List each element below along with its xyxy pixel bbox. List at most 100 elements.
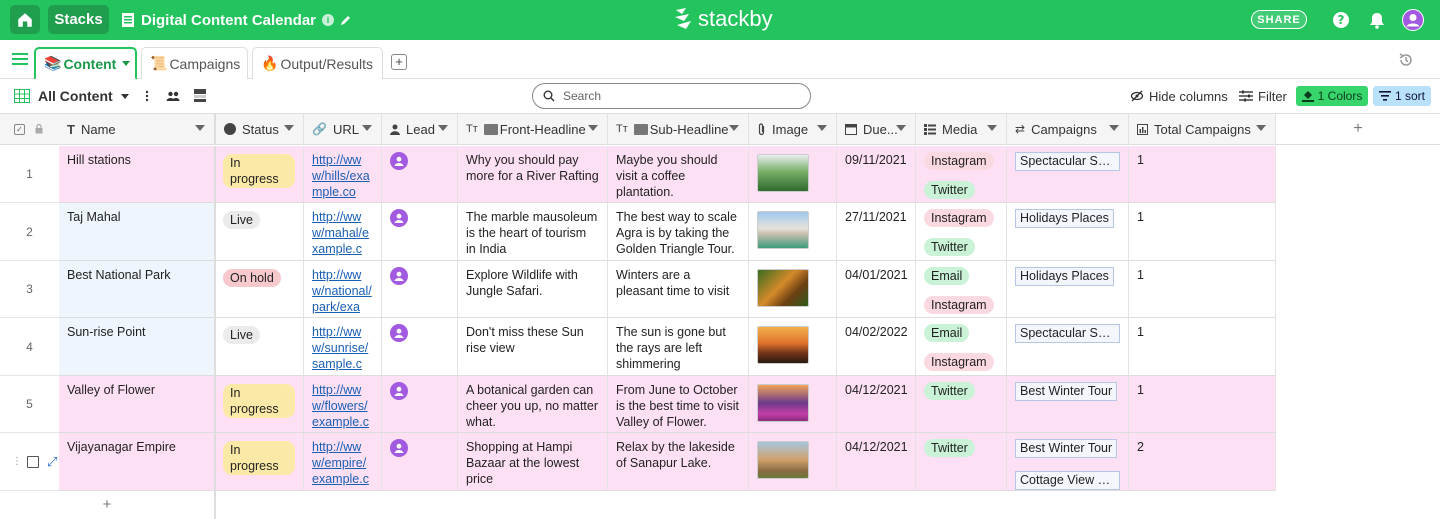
share-button[interactable]: SHARE — [1251, 10, 1307, 29]
cell-sub[interactable]: Maybe you should visit a coffee plantati… — [608, 146, 749, 203]
cell-front[interactable]: The marble mausoleum is the heart of tou… — [458, 203, 608, 261]
lead-avatar[interactable] — [390, 209, 408, 227]
lead-avatar[interactable] — [390, 324, 408, 342]
cell-media[interactable]: Twitter — [916, 376, 1007, 433]
info-icon[interactable]: i — [322, 14, 335, 26]
cell-total[interactable]: 1 — [1129, 261, 1276, 318]
image-thumbnail[interactable] — [757, 154, 809, 192]
column-header-image[interactable]: Image — [749, 114, 837, 145]
url-link[interactable]: http://www/sunrise/sample.c — [312, 325, 368, 371]
cell-due[interactable]: 04/01/2021 — [837, 261, 916, 318]
row-checkbox[interactable] — [27, 455, 39, 468]
cell-image[interactable] — [749, 433, 837, 491]
cell-lead[interactable] — [382, 376, 458, 433]
cell-image[interactable] — [749, 376, 837, 433]
more-options-button[interactable] — [143, 89, 151, 103]
select-all-checkbox[interactable]: ✓ — [14, 123, 25, 135]
pencil-icon[interactable] — [340, 14, 352, 26]
chevron-down-icon[interactable] — [1109, 125, 1119, 131]
cell-name[interactable]: Hill stations — [59, 146, 216, 203]
cell-sub[interactable]: Winters are a pleasant time to visit — [608, 261, 749, 318]
column-header-due[interactable]: Due... — [837, 114, 916, 145]
cell-status[interactable]: In progress — [216, 146, 304, 203]
cell-total[interactable]: 1 — [1129, 203, 1276, 261]
cell-name[interactable]: Sun-rise Point — [59, 318, 216, 376]
cell-image[interactable] — [749, 146, 837, 203]
column-header-url[interactable]: 🔗 URL — [304, 114, 382, 145]
cell-total[interactable]: 1 — [1129, 376, 1276, 433]
tab-content[interactable]: 📚 Content — [34, 47, 137, 80]
cell-campaigns[interactable]: Best Winter Tour Cottage View Pl... — [1007, 433, 1129, 491]
search-input[interactable]: Search — [563, 89, 601, 103]
cell-image[interactable] — [749, 261, 837, 318]
cell-due[interactable]: 04/12/2021 — [837, 433, 916, 491]
cell-media[interactable]: Twitter — [916, 433, 1007, 491]
column-header-name[interactable]: T Name — [59, 114, 216, 145]
url-link[interactable]: http://www/flowers/example.c — [312, 383, 369, 429]
cell-due[interactable]: 04/02/2022 — [837, 318, 916, 376]
column-header-front-headline[interactable]: Tт Front-Headline — [458, 114, 608, 145]
column-header-lead[interactable]: Lead — [382, 114, 458, 145]
chevron-down-icon[interactable] — [729, 125, 739, 131]
cell-media[interactable]: Instagram Twitter — [916, 146, 1007, 203]
chevron-down-icon[interactable] — [588, 125, 598, 131]
cell-front[interactable]: Explore Wildlife with Jungle Safari. — [458, 261, 608, 318]
sort-button[interactable]: 1 sort — [1373, 86, 1431, 106]
notifications-button[interactable] — [1366, 9, 1388, 31]
cell-url[interactable]: http://www/empire/example.c — [304, 433, 382, 491]
tab-output-results[interactable]: 🔥 Output/Results — [252, 47, 383, 79]
cell-name[interactable]: Valley of Flower — [59, 376, 216, 433]
chevron-down-icon[interactable] — [195, 125, 205, 131]
cell-url[interactable]: http://www/mahal/example.c — [304, 203, 382, 261]
cell-campaigns[interactable]: Holidays Places — [1007, 203, 1129, 261]
help-button[interactable]: ? — [1330, 9, 1352, 31]
cell-due[interactable]: 27/11/2021 — [837, 203, 916, 261]
view-selector[interactable]: All Content — [14, 79, 129, 113]
campaign-link-chip[interactable]: Holidays Places — [1015, 209, 1114, 228]
cell-status[interactable]: On hold — [216, 261, 304, 318]
cell-image[interactable] — [749, 318, 837, 376]
cell-url[interactable]: http://www/national/park/exa — [304, 261, 382, 318]
url-link[interactable]: http://www/hills/example.co — [312, 153, 370, 199]
campaign-link-chip[interactable]: Spectacular Su... — [1015, 152, 1120, 171]
cell-media[interactable]: Email Instagram — [916, 318, 1007, 376]
cell-status[interactable]: In progress — [216, 376, 304, 433]
lead-avatar[interactable] — [390, 439, 408, 457]
lead-avatar[interactable] — [390, 267, 408, 285]
cell-status[interactable]: In progress — [216, 433, 304, 491]
cell-total[interactable]: 2 — [1129, 433, 1276, 491]
chevron-down-icon[interactable] — [1256, 125, 1266, 131]
chevron-down-icon[interactable] — [362, 125, 372, 131]
user-avatar-button[interactable] — [1402, 9, 1424, 31]
chevron-down-icon[interactable] — [284, 125, 294, 131]
chevron-down-icon[interactable] — [987, 125, 997, 131]
campaign-link-chip[interactable]: Holidays Places — [1015, 267, 1114, 286]
image-thumbnail[interactable] — [757, 384, 809, 422]
column-header-campaigns[interactable]: ⇄ Campaigns — [1007, 114, 1129, 145]
cell-name[interactable]: Taj Mahal — [59, 203, 216, 261]
cell-campaigns[interactable]: Holidays Places — [1007, 261, 1129, 318]
cell-url[interactable]: http://www/sunrise/sample.c — [304, 318, 382, 376]
cell-status[interactable]: Live — [216, 318, 304, 376]
menu-button[interactable] — [12, 53, 28, 65]
column-header-media[interactable]: Media — [916, 114, 1007, 145]
cell-front[interactable]: Shopping at Hampi Bazaar at the lowest p… — [458, 433, 608, 491]
url-link[interactable]: http://www/mahal/example.c — [312, 210, 369, 256]
cell-lead[interactable] — [382, 203, 458, 261]
cell-front[interactable]: A botanical garden can cheer you up, no … — [458, 376, 608, 433]
drag-handle-icon[interactable]: ⋮ — [12, 456, 22, 467]
cell-media[interactable]: Email Instagram — [916, 261, 1007, 318]
campaign-link-chip[interactable]: Best Winter Tour — [1015, 382, 1118, 401]
chevron-down-icon[interactable] — [896, 125, 906, 131]
cell-due[interactable]: 04/12/2021 — [837, 376, 916, 433]
url-link[interactable]: http://www/national/park/exa — [312, 268, 372, 314]
cell-campaigns[interactable]: Spectacular Su... — [1007, 318, 1129, 376]
cell-campaigns[interactable]: Best Winter Tour — [1007, 376, 1129, 433]
cell-total[interactable]: 1 — [1129, 146, 1276, 203]
add-column-button[interactable]: + — [1276, 114, 1440, 145]
print-button[interactable] — [193, 88, 207, 106]
home-button[interactable] — [10, 5, 40, 34]
lead-avatar[interactable] — [390, 152, 408, 170]
column-header-total-campaigns[interactable]: Total Campaigns — [1129, 114, 1276, 145]
collaborators-button[interactable] — [166, 90, 180, 105]
